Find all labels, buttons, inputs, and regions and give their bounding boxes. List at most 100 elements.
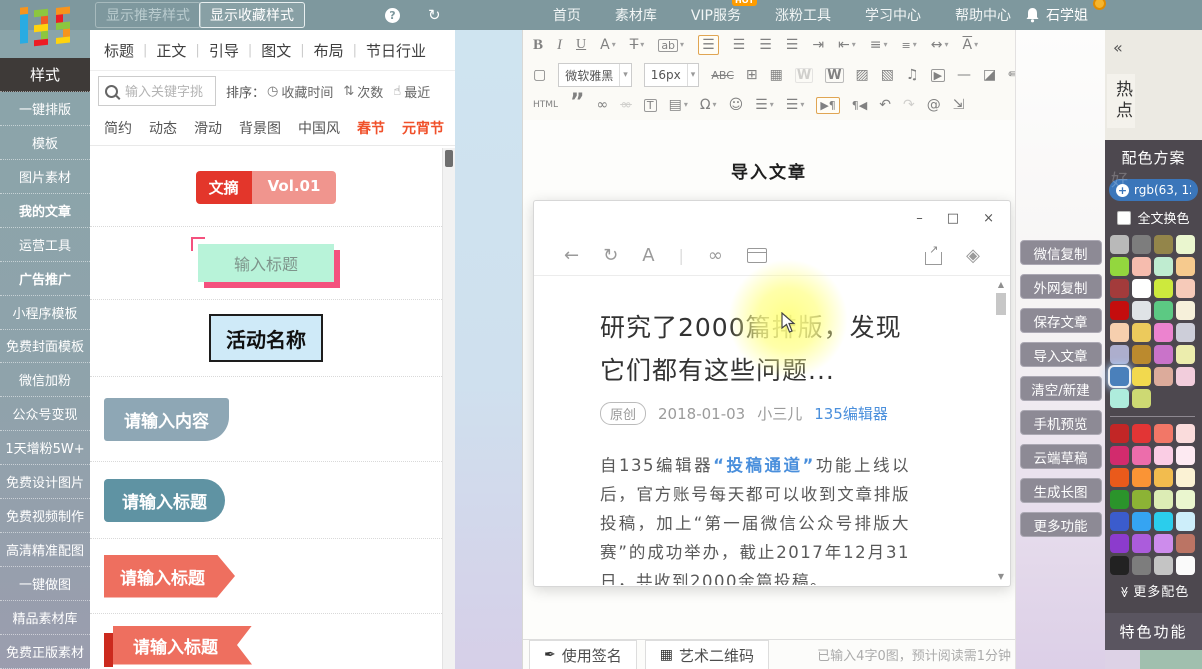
- sidebar-item-高清精准配图[interactable]: 高清精准配图: [0, 533, 90, 567]
- menu-item-涨粉工具[interactable]: 涨粉工具: [775, 5, 831, 25]
- rtl-paragraph-icon[interactable]: ¶◀: [852, 100, 867, 111]
- sidebar-item-微信加粉[interactable]: 微信加粉: [0, 363, 90, 397]
- material-cube-icon[interactable]: ◈: [966, 245, 980, 266]
- text-direction-icon[interactable]: A▾: [963, 38, 979, 52]
- special-features-button[interactable]: 特色功能: [1105, 613, 1202, 650]
- strike-color-icon[interactable]: T▾: [630, 38, 645, 52]
- collapse-icon[interactable]: «: [1113, 38, 1123, 57]
- style-tab-正文[interactable]: 正文: [156, 40, 186, 61]
- style-item-flag[interactable]: 请输入标题: [90, 614, 442, 669]
- style-item-digest[interactable]: 文摘Vol.01: [90, 148, 442, 227]
- align-center-icon[interactable]: ☰: [733, 38, 746, 52]
- filter-滑动[interactable]: 滑动: [194, 118, 222, 138]
- sidebar-item-小程序模板[interactable]: 小程序模板: [0, 296, 90, 330]
- color-swatch[interactable]: [1132, 490, 1151, 509]
- redo-icon[interactable]: ↷: [903, 98, 915, 112]
- color-swatch[interactable]: [1154, 235, 1173, 254]
- signature-button[interactable]: ✒ 使用签名: [529, 640, 637, 669]
- horizontal-rule-icon[interactable]: —: [957, 68, 971, 82]
- color-swatch[interactable]: [1176, 345, 1195, 364]
- style-item-bluebox[interactable]: 活动名称: [90, 300, 442, 377]
- body-link[interactable]: “投稿通道”: [713, 456, 815, 475]
- underline-icon[interactable]: U: [576, 38, 586, 52]
- link-icon[interactable]: ∞: [708, 245, 723, 266]
- color-swatch[interactable]: [1154, 301, 1173, 320]
- menu-item-帮助中心[interactable]: 帮助中心: [955, 5, 1011, 25]
- color-swatch[interactable]: [1110, 235, 1129, 254]
- insert-link-icon[interactable]: ∞: [597, 98, 609, 112]
- dialog-scrollbar[interactable]: ▲ ▼: [995, 280, 1007, 581]
- sidebar-item-公众号变现[interactable]: 公众号变现: [0, 397, 90, 431]
- bold-icon[interactable]: B: [533, 38, 543, 53]
- ltr-paragraph-icon[interactable]: ▶¶: [816, 97, 839, 114]
- sidebar-item-免费正版素材[interactable]: 免费正版素材: [0, 635, 90, 669]
- color-swatch[interactable]: [1110, 468, 1129, 487]
- color-swatch[interactable]: [1154, 446, 1173, 465]
- sort-option-最近[interactable]: ☝最近: [393, 82, 430, 101]
- color-swatch[interactable]: [1154, 468, 1173, 487]
- username[interactable]: 石学姐: [1046, 5, 1106, 25]
- insert-video-icon[interactable]: ▶: [931, 69, 945, 82]
- blockquote-icon[interactable]: ”: [570, 99, 584, 111]
- font-size-select[interactable]: 16px▾: [644, 63, 700, 87]
- color-swatch[interactable]: [1154, 424, 1173, 443]
- paragraph-spacing-icon[interactable]: ≡▾: [902, 40, 917, 51]
- action-button-导入文章[interactable]: 导入文章: [1020, 342, 1102, 367]
- full-text-recolor-checkbox[interactable]: 全文换色: [1105, 208, 1202, 227]
- color-swatch[interactable]: [1132, 556, 1151, 575]
- action-button-生成长图[interactable]: 生成长图: [1020, 478, 1102, 503]
- word-import-icon[interactable]: W: [825, 68, 843, 83]
- art-qrcode-button[interactable]: ▦ 艺术二维码: [645, 640, 769, 669]
- sidebar-item-1天增粉5W+[interactable]: 1天增粉5W+: [0, 431, 90, 465]
- minimize-button[interactable]: –: [916, 212, 923, 225]
- help-icon[interactable]: ?: [385, 8, 400, 23]
- action-button-云端草稿[interactable]: 云端草稿: [1020, 444, 1102, 469]
- color-swatch[interactable]: [1110, 257, 1129, 276]
- insert-image-icon[interactable]: ▨: [856, 68, 869, 82]
- color-swatch[interactable]: [1176, 490, 1195, 509]
- text-block-icon[interactable]: T: [644, 99, 657, 112]
- color-swatch[interactable]: [1154, 512, 1173, 531]
- color-swatch[interactable]: [1176, 323, 1195, 342]
- search-box[interactable]: [98, 76, 216, 106]
- remove-link-icon[interactable]: ∞: [620, 98, 632, 112]
- find-replace-icon[interactable]: @: [927, 98, 941, 112]
- action-button-外网复制[interactable]: 外网复制: [1020, 274, 1102, 299]
- sidebar-item-免费封面模板[interactable]: 免费封面模板: [0, 330, 90, 364]
- sort-option-收藏时间[interactable]: ◷收藏时间: [267, 82, 333, 101]
- scroll-down-icon[interactable]: ▼: [995, 572, 1007, 581]
- sidebar-item-模板[interactable]: 模板: [0, 126, 90, 160]
- template-icon[interactable]: ▤▾: [669, 98, 688, 112]
- color-swatch[interactable]: [1132, 512, 1151, 531]
- highlight-icon[interactable]: ab▾: [658, 39, 684, 52]
- scroll-up-icon[interactable]: ▲: [995, 280, 1007, 289]
- color-swatch[interactable]: [1132, 323, 1151, 342]
- color-swatch[interactable]: [1110, 345, 1129, 364]
- filter-简约[interactable]: 简约: [104, 118, 132, 138]
- color-swatch[interactable]: [1154, 279, 1173, 298]
- more-colors-button[interactable]: ≫更多配色: [1105, 581, 1202, 600]
- insert-audio-icon[interactable]: ♫: [906, 68, 919, 82]
- close-button[interactable]: ×: [983, 212, 994, 225]
- new-document-icon[interactable]: ▢: [533, 68, 546, 82]
- app-logo[interactable]: [8, 1, 80, 55]
- color-swatch[interactable]: [1110, 534, 1129, 553]
- align-left-icon[interactable]: ☰: [698, 35, 719, 55]
- scrollbar-thumb[interactable]: [445, 150, 453, 167]
- strikethrough-icon[interactable]: ABC: [711, 70, 734, 81]
- refresh-icon[interactable]: ↻: [603, 245, 618, 266]
- style-item-arrow[interactable]: 请输入标题: [90, 539, 442, 614]
- search-input[interactable]: [123, 83, 213, 100]
- color-swatch[interactable]: [1110, 367, 1129, 386]
- action-button-清空/新建[interactable]: 清空/新建: [1020, 376, 1102, 401]
- back-icon[interactable]: ←: [564, 245, 579, 266]
- style-item-tealpill[interactable]: 请输入标题: [90, 462, 442, 539]
- menu-item-VIP服务[interactable]: VIP服务HOT: [691, 5, 741, 25]
- color-swatch[interactable]: [1110, 556, 1129, 575]
- color-swatch[interactable]: [1110, 424, 1129, 443]
- sidebar-item-广告推广[interactable]: 广告推广: [0, 262, 90, 296]
- style-tab-节日行业[interactable]: 节日行业: [366, 40, 426, 61]
- filter-动态[interactable]: 动态: [149, 118, 177, 138]
- indent-icon[interactable]: ⇥: [812, 38, 824, 52]
- sidebar-item-免费视频制作[interactable]: 免费视频制作: [0, 499, 90, 533]
